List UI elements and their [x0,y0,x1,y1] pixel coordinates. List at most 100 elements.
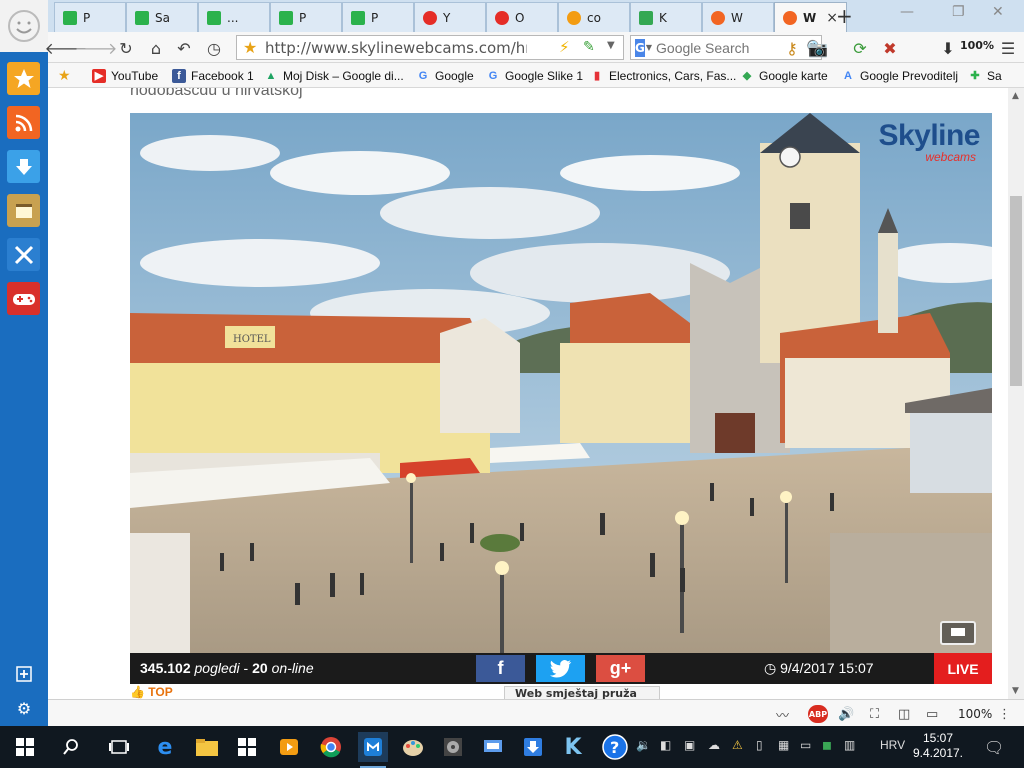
bookmark-item[interactable]: G Google Slike 1 [486,67,583,84]
url-text[interactable]: http://www.skylinewebcams.com/hr/webca [237,39,527,57]
notes-icon[interactable] [7,194,40,227]
bookmarks-menu-star-icon[interactable]: ★ [58,67,71,84]
window-icon[interactable]: ▭ [926,705,938,723]
back-arrow-icon[interactable]: 🡐 [45,38,88,58]
taskbar-clock[interactable]: 15:07 9.4.2017. [898,731,978,761]
bookmark-item[interactable]: f Facebook 1 [172,67,254,84]
forward-arrow-icon[interactable]: 🡒 [75,38,118,58]
bookmark-item[interactable]: ▮ Electronics, Cars, Fas... [590,67,736,84]
twitter-share-button[interactable] [536,655,585,682]
history-clock-icon[interactable]: ◷ [204,38,224,58]
zoom-dropdown-icon[interactable]: ⋮ [998,705,1011,723]
disc-burner-icon[interactable] [438,732,468,762]
tab-6[interactable]: O [486,2,558,32]
bookmark-item[interactable]: ◆ Google karte [740,67,828,84]
smiley-logo[interactable] [0,0,48,52]
reload-icon[interactable]: ↻ [116,38,136,58]
camera-icon[interactable]: 📷 [808,38,828,58]
tab-7[interactable]: co [558,2,630,32]
speaker-icon[interactable]: 🔊 [838,705,854,723]
accommodation-tab-peek[interactable]: Web smještaj pruža [504,686,660,699]
pulse-icon[interactable]: 〰 [776,705,789,724]
tab-1[interactable]: Sa [126,2,198,32]
minimize-player-button[interactable] [940,621,976,645]
rss-icon[interactable] [7,106,40,139]
shield-tray-icon[interactable]: ◧ [660,738,671,752]
add-panel-icon[interactable] [14,664,34,684]
facebook-share-button[interactable]: f [476,655,525,682]
addon-red-icon[interactable]: ✖ [880,38,900,58]
page-zoom[interactable]: 100% [958,705,992,723]
download-icon[interactable] [7,150,40,183]
lightning-icon[interactable]: ⚡ [559,38,570,56]
gplus-share-button[interactable]: g+ [596,655,645,682]
tab-4[interactable]: P [342,2,414,32]
bookmark-item[interactable]: G Google [416,67,474,84]
network-tool-icon[interactable] [478,732,508,762]
store-icon[interactable] [232,732,262,762]
task-view-icon[interactable] [104,732,134,762]
tab-9[interactable]: W [702,2,774,32]
adblock-icon[interactable]: ABP [808,705,828,723]
media-player-icon[interactable] [274,732,304,762]
help-icon[interactable]: ? [600,732,630,762]
undo-close-tab-icon[interactable]: ↶ [174,38,194,58]
favorites-star-icon[interactable] [7,62,40,95]
display-tray-icon[interactable]: ▭ [800,738,811,752]
file-explorer-icon[interactable] [192,732,222,762]
downloader-icon[interactable] [518,732,548,762]
tab-3[interactable]: P [270,2,342,32]
volume-tray-icon[interactable]: 🔉 [636,738,651,752]
fullscreen-icon[interactable]: ⛶ [870,705,879,723]
bookmark-item[interactable]: ▶ YouTube [92,67,158,84]
new-tab-button[interactable]: + [836,4,853,28]
notifications-icon[interactable]: 🗨 [984,738,1004,757]
skyline-logo[interactable]: Skyline webcams [878,121,980,164]
tools-icon[interactable] [7,238,40,271]
k-app-icon[interactable]: K [558,732,588,762]
cloud-tray-icon[interactable]: ☁ [708,738,720,752]
bookmark-item[interactable]: ▲ Moj Disk – Google di... [264,67,404,84]
warning-tray-icon[interactable]: ⚠ [732,738,743,752]
bookmark-star-icon[interactable]: ★ [243,38,257,57]
tab-8[interactable]: K [630,2,702,32]
menu-icon[interactable]: ☰ [998,38,1018,58]
tab-2[interactable]: ... [198,2,270,32]
zoom-level[interactable]: 100% [960,39,994,52]
key-icon[interactable]: ⚷ [782,38,802,58]
google-engine-icon[interactable]: G [635,38,645,57]
scroll-down-icon[interactable]: ▼ [1012,686,1019,696]
scroll-up-icon[interactable]: ▲ [1012,91,1019,101]
url-dropdown-icon[interactable]: ▼ [607,40,615,51]
bookmark-item[interactable]: A Google Prevoditelj [841,67,958,84]
bookmark-item[interactable]: ✚ Sa [968,67,1001,84]
split-view-icon[interactable]: ◫ [898,705,910,723]
home-icon[interactable]: ⌂ [146,38,166,58]
user-sync-icon[interactable]: ⟳ [850,38,870,58]
battery-tray-icon[interactable]: ▯ [756,738,763,752]
tab-5[interactable]: Y [414,2,486,32]
close-window-icon[interactable]: ✕ [992,4,1004,20]
tab-0[interactable]: P [54,2,126,32]
chrome-icon[interactable] [316,732,346,762]
maxthon-browser-icon[interactable] [358,732,388,768]
windows-defender-icon[interactable]: ▣ [684,738,695,752]
edge-icon[interactable]: e [150,732,180,762]
downloads-arrow-icon[interactable]: ⬇ [938,38,958,58]
app-tray-icon[interactable]: ▦ [778,738,789,752]
paint-icon[interactable] [398,732,428,762]
engine-dropdown-icon[interactable]: ▼ [646,43,652,52]
search-icon[interactable] [56,732,86,762]
scroll-thumb[interactable] [1010,196,1022,386]
minimize-icon[interactable]: — [900,4,914,20]
network-tray-icon[interactable]: ▥ [844,738,855,752]
live-button[interactable]: LIVE [934,653,992,684]
restore-icon[interactable]: ❐ [952,4,965,20]
windows-start-icon[interactable] [10,732,40,762]
top-link[interactable]: 👍 TOP [130,685,173,699]
connection-icon[interactable]: ✎ [583,39,595,55]
webcam-image[interactable]: HOTEL Skyline webcams [130,113,992,653]
gamepad-icon[interactable] [7,282,40,315]
vertical-scrollbar[interactable]: ▲ ▼ [1008,88,1024,699]
settings-gear-icon[interactable]: ⚙ [14,698,34,718]
